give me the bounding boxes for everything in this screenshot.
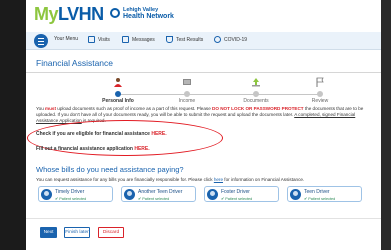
nav-visits[interactable]: Visits — [88, 36, 110, 43]
eligibility-line: Check if you are eligible for financial … — [36, 131, 167, 137]
nav-your-menu[interactable]: Your Menu — [54, 36, 78, 42]
mylvhn-logo[interactable]: MyLVHN — [34, 4, 104, 25]
warning-text: DO NOT LOCK OR PASSWORD PROTECT — [212, 106, 304, 111]
covid-icon — [214, 36, 221, 43]
brand-name: LVHN — [58, 4, 104, 24]
nav-messages[interactable]: Messages — [122, 36, 155, 43]
window-left-edge — [0, 0, 26, 250]
avatar — [290, 189, 301, 200]
eligibility-link[interactable]: HERE. — [151, 131, 166, 137]
menu-button[interactable] — [34, 34, 48, 48]
network-text: Lehigh Valley Health Network — [123, 7, 183, 21]
patient-card[interactable]: Timely Driver ✔ Patient selected — [38, 186, 113, 202]
step-dot — [253, 91, 259, 97]
flag-icon — [316, 77, 324, 87]
step-dot-active — [115, 91, 121, 97]
step-dot — [317, 91, 323, 97]
upload-icon — [252, 78, 260, 87]
financial-info-link[interactable]: here — [214, 177, 223, 182]
avatar — [124, 189, 135, 200]
person-icon — [114, 78, 122, 87]
progress-steps: Personal Info Income Documents Review — [26, 76, 381, 106]
must-emphasis: must — [45, 106, 57, 111]
network-mark-icon — [110, 8, 120, 18]
avatar — [207, 189, 218, 200]
network-line2: Health Network — [123, 13, 174, 20]
patient-card[interactable]: Teen Driver ✔ Patient selected — [287, 186, 362, 202]
calendar-icon — [88, 36, 95, 43]
avatar — [41, 189, 52, 200]
bills-heading: Whose bills do you need assistance payin… — [36, 165, 184, 174]
application-line: Fill out a financial assistance applicat… — [36, 146, 150, 152]
divider — [26, 218, 381, 219]
patient-card[interactable]: Another Teen Driver ✔ Patient selected — [121, 186, 196, 202]
window-right-edge — [381, 0, 391, 250]
application-link[interactable]: HERE. — [134, 146, 149, 152]
discard-button[interactable]: Discard — [98, 227, 124, 238]
bills-description: You can request assistance for any bills… — [36, 177, 305, 182]
patient-card[interactable]: Foster Driver ✔ Patient selected — [204, 186, 279, 202]
next-button[interactable]: Next — [40, 227, 57, 238]
lehigh-valley-logo: Lehigh Valley Health Network — [110, 7, 180, 23]
top-nav: Your Menu Visits Messages Test Results C… — [26, 32, 381, 50]
page-frame: MyLVHN Lehigh Valley Health Network Your… — [26, 0, 381, 250]
money-icon — [183, 79, 191, 85]
header: MyLVHN Lehigh Valley Health Network — [26, 0, 381, 28]
finish-later-button[interactable]: Finish later — [64, 227, 90, 238]
flask-icon — [166, 36, 173, 43]
brand-prefix: My — [34, 4, 59, 24]
step-dot — [184, 91, 190, 97]
nav-covid-19[interactable]: COVID-19 — [214, 36, 247, 43]
nav-test-results[interactable]: Test Results — [166, 36, 203, 43]
page-title: Financial Assistance — [36, 58, 114, 68]
hamburger-icon — [38, 38, 44, 39]
steps-line — [118, 94, 320, 95]
envelope-icon — [122, 36, 129, 43]
divider — [26, 72, 381, 73]
